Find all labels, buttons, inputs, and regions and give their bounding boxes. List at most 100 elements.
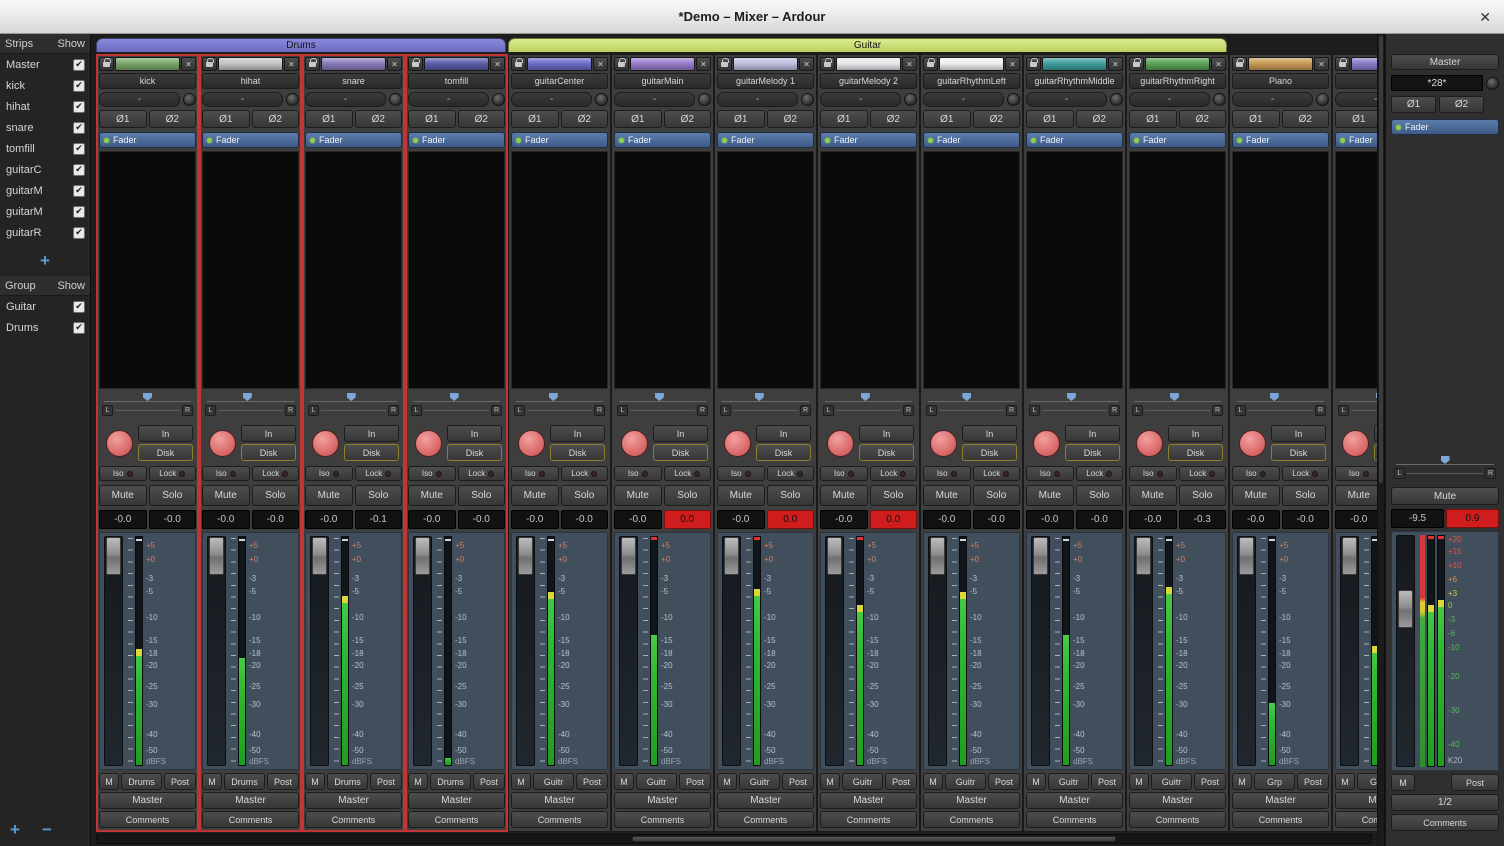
meter-point-button[interactable]: Post bbox=[1297, 773, 1329, 790]
strip-width-button[interactable] bbox=[511, 57, 526, 71]
gain-display[interactable]: -0.0 bbox=[511, 510, 559, 529]
meter-point-button[interactable]: Post bbox=[473, 773, 505, 790]
mute-button[interactable]: Mute bbox=[1232, 485, 1280, 506]
master-trim-knob[interactable] bbox=[1486, 77, 1499, 90]
pan-slider[interactable] bbox=[1237, 392, 1324, 402]
fader-processor[interactable]: Fader bbox=[408, 132, 505, 148]
record-enable-button[interactable] bbox=[621, 430, 648, 457]
master-phase-invert-2-button[interactable]: Ø2 bbox=[1439, 96, 1484, 113]
titlebar[interactable]: *Demo – Mixer – Ardour ✕ bbox=[0, 0, 1504, 34]
output-button[interactable]: Master bbox=[202, 792, 299, 809]
fader-slider[interactable] bbox=[1134, 536, 1153, 766]
comments-button[interactable]: Comments bbox=[305, 811, 402, 828]
strip-name-button[interactable]: guitarRhythmRight bbox=[1129, 73, 1226, 89]
fader-handle[interactable] bbox=[724, 537, 739, 575]
mute-button[interactable]: Mute bbox=[511, 485, 559, 506]
solo-isolate-button[interactable]: Iso bbox=[1026, 466, 1074, 481]
strip-hide-button[interactable]: ✕ bbox=[696, 57, 711, 71]
group-tab-guitar[interactable]: Guitar bbox=[508, 38, 1227, 52]
metering-button[interactable]: M bbox=[511, 773, 531, 790]
strip-hide-button[interactable]: ✕ bbox=[181, 57, 196, 71]
master-meter-point-button[interactable]: Post bbox=[1451, 774, 1499, 791]
processor-box[interactable] bbox=[511, 151, 608, 389]
window-close-button[interactable]: ✕ bbox=[1479, 10, 1491, 24]
master-fader-slider[interactable] bbox=[1396, 535, 1415, 767]
strip-hide-button[interactable]: ✕ bbox=[1314, 57, 1329, 71]
pan-thumb[interactable] bbox=[861, 393, 870, 401]
pan-thumb[interactable] bbox=[549, 393, 558, 401]
mute-button[interactable]: Mute bbox=[923, 485, 971, 506]
peak-display[interactable]: -0.0 bbox=[1076, 510, 1124, 529]
metering-button[interactable]: M bbox=[1129, 773, 1149, 790]
strip-name-button[interactable]: kick bbox=[99, 73, 196, 89]
monitor-input-button[interactable]: In bbox=[859, 425, 914, 442]
add-strip-button[interactable]: + bbox=[4, 250, 86, 272]
sidebar-strip-item[interactable]: guitarM✔ bbox=[0, 201, 90, 222]
strip-width-button[interactable] bbox=[820, 57, 835, 71]
fader-slider[interactable] bbox=[825, 536, 844, 766]
remove-group-button[interactable]: − bbox=[42, 820, 52, 840]
output-button[interactable]: Master bbox=[511, 792, 608, 809]
fader-handle[interactable] bbox=[106, 537, 121, 575]
group-button[interactable]: Guitr bbox=[1048, 773, 1089, 790]
solo-lock-button[interactable]: Lock bbox=[355, 466, 403, 481]
record-enable-button[interactable] bbox=[312, 430, 339, 457]
solo-isolate-button[interactable]: Iso bbox=[1129, 466, 1177, 481]
input-source-button[interactable]: - bbox=[1129, 92, 1210, 107]
phase-invert-2-button[interactable]: Ø2 bbox=[1076, 110, 1124, 128]
monitor-disk-button[interactable]: Disk bbox=[447, 444, 502, 461]
trim-knob[interactable] bbox=[801, 93, 814, 106]
fader-handle[interactable] bbox=[518, 537, 533, 575]
phase-invert-1-button[interactable]: Ø1 bbox=[717, 110, 765, 128]
gain-display[interactable]: -0.0 bbox=[202, 510, 250, 529]
meter-point-button[interactable]: Post bbox=[885, 773, 917, 790]
monitor-input-button[interactable]: In bbox=[241, 425, 296, 442]
output-button[interactable]: Master bbox=[305, 792, 402, 809]
strip-color-bar[interactable] bbox=[1248, 57, 1313, 71]
monitor-disk-button[interactable]: Disk bbox=[756, 444, 811, 461]
trim-knob[interactable] bbox=[1213, 93, 1226, 106]
master-pan-thumb[interactable] bbox=[1441, 456, 1450, 464]
master-phase-invert-1-button[interactable]: Ø1 bbox=[1391, 96, 1436, 113]
fader-processor[interactable]: Fader bbox=[202, 132, 299, 148]
monitor-disk-button[interactable]: Disk bbox=[653, 444, 708, 461]
strip-color-bar[interactable] bbox=[836, 57, 901, 71]
sidebar-strip-item[interactable]: kick✔ bbox=[0, 75, 90, 96]
phase-invert-2-button[interactable]: Ø2 bbox=[664, 110, 712, 128]
monitor-input-button[interactable]: In bbox=[1271, 425, 1326, 442]
horizontal-scrollbar[interactable] bbox=[96, 834, 1372, 844]
meter-point-button[interactable]: Post bbox=[576, 773, 608, 790]
monitor-input-button[interactable]: In bbox=[550, 425, 605, 442]
processor-box[interactable] bbox=[923, 151, 1020, 389]
add-group-button[interactable]: + bbox=[10, 820, 20, 840]
record-enable-button[interactable] bbox=[106, 430, 133, 457]
monitor-input-button[interactable]: In bbox=[756, 425, 811, 442]
phase-invert-2-button[interactable]: Ø2 bbox=[458, 110, 506, 128]
trim-knob[interactable] bbox=[1110, 93, 1123, 106]
fader-handle[interactable] bbox=[621, 537, 636, 575]
solo-lock-button[interactable]: Lock bbox=[870, 466, 918, 481]
strip-hide-button[interactable]: ✕ bbox=[799, 57, 814, 71]
fader-slider[interactable] bbox=[1031, 536, 1050, 766]
gain-display[interactable]: -0.0 bbox=[1232, 510, 1280, 529]
strip-hide-button[interactable]: ✕ bbox=[1211, 57, 1226, 71]
monitor-input-button[interactable]: In bbox=[138, 425, 193, 442]
monitor-disk-button[interactable]: Disk bbox=[1065, 444, 1120, 461]
solo-isolate-button[interactable]: Iso bbox=[305, 466, 353, 481]
group-button[interactable]: Guitr bbox=[1151, 773, 1192, 790]
strip-color-bar[interactable] bbox=[527, 57, 592, 71]
phase-invert-2-button[interactable]: Ø2 bbox=[1179, 110, 1227, 128]
fader-processor[interactable]: Fader bbox=[1026, 132, 1123, 148]
strip-color-bar[interactable] bbox=[115, 57, 180, 71]
pan-thumb[interactable] bbox=[1170, 393, 1179, 401]
fader-processor[interactable]: Fader bbox=[511, 132, 608, 148]
comments-button[interactable]: Comments bbox=[1129, 811, 1226, 828]
output-button[interactable]: Master bbox=[1232, 792, 1329, 809]
master-fader-handle[interactable] bbox=[1398, 590, 1413, 628]
vertical-scrollbar-handle[interactable] bbox=[1379, 36, 1383, 483]
peak-display[interactable]: 0.0 bbox=[664, 510, 712, 529]
pan-thumb[interactable] bbox=[755, 393, 764, 401]
fader-slider[interactable] bbox=[928, 536, 947, 766]
input-source-button[interactable]: - bbox=[408, 92, 489, 107]
pan-slider[interactable] bbox=[1031, 392, 1118, 402]
